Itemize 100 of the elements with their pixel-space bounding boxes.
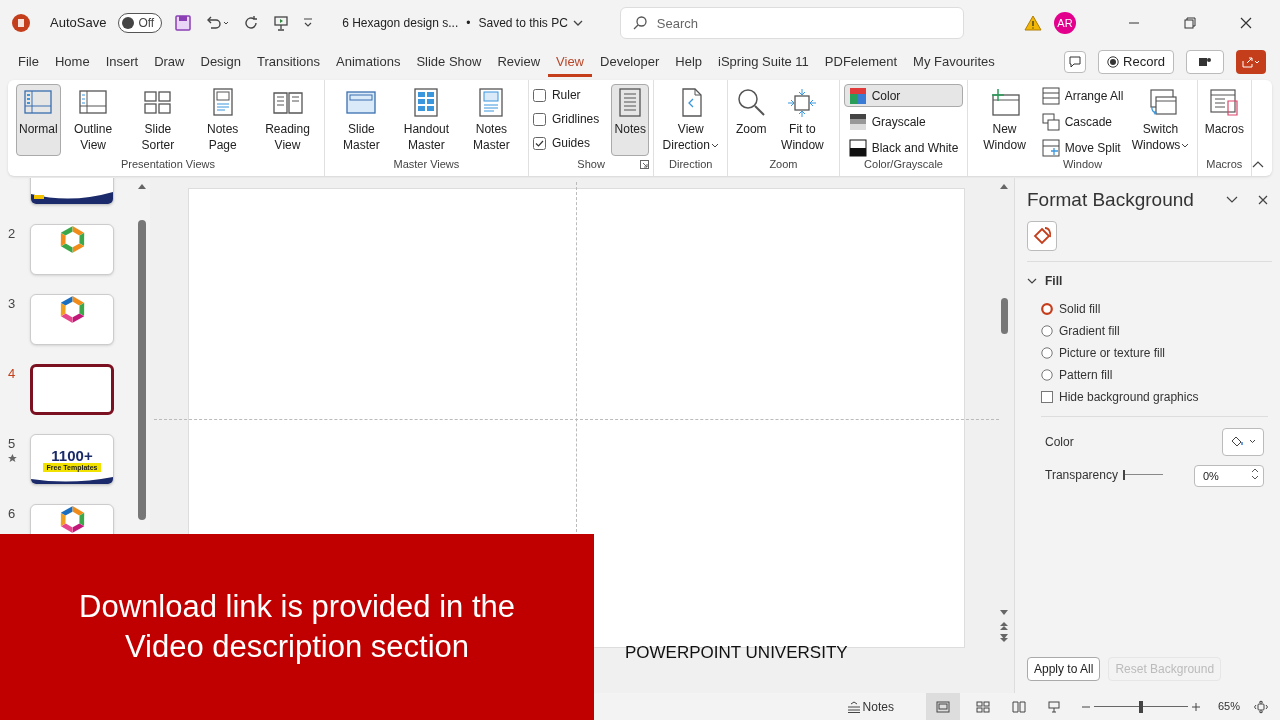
ribbon-button[interactable]: View Direction bbox=[658, 84, 724, 156]
field-label: Transparency bbox=[1045, 466, 1119, 484]
cascade-windows-icon bbox=[1041, 112, 1060, 131]
presenter-icon[interactable] bbox=[1047, 700, 1060, 713]
radio-option[interactable]: Solid fill bbox=[1041, 301, 1268, 317]
normal-view-icon bbox=[22, 87, 55, 117]
slide-number: 3 bbox=[8, 295, 16, 313]
ribbon-button[interactable]: Reading View bbox=[255, 84, 320, 156]
slide-number: 6 bbox=[8, 505, 16, 523]
spinner-arrows-icon[interactable] bbox=[1251, 466, 1259, 481]
checkbox[interactable]: Gridlines bbox=[532, 110, 600, 128]
fill-tab-button[interactable] bbox=[1027, 220, 1057, 251]
ribbon-button[interactable]: New Window bbox=[972, 84, 1037, 156]
zoom-level[interactable]: 65% bbox=[1217, 698, 1240, 715]
pane-button[interactable]: Apply to All bbox=[1027, 657, 1101, 681]
ribbon-button[interactable]: Slide Sorter bbox=[125, 84, 191, 156]
ribbon-tab[interactable]: iSpring Suite 11 bbox=[710, 47, 817, 77]
ribbon-button[interactable]: Normal bbox=[16, 84, 61, 156]
ribbon-tab[interactable]: Slide Show bbox=[408, 47, 490, 77]
ribbon-tab[interactable]: Design bbox=[192, 47, 249, 77]
comments-button[interactable] bbox=[1064, 51, 1087, 73]
ribbon-button[interactable]: Cascade bbox=[1036, 110, 1129, 133]
ribbon-tab[interactable]: Developer bbox=[592, 47, 668, 77]
ribbon-button[interactable]: Handout Master bbox=[393, 84, 459, 156]
normal-view-button[interactable] bbox=[925, 693, 960, 720]
scrollbar-thumb[interactable] bbox=[1000, 298, 1008, 334]
color-swatch-icon bbox=[848, 86, 867, 105]
hexagon-diagram-drawing bbox=[58, 226, 86, 253]
dialog-launcher-icon[interactable] bbox=[640, 159, 650, 169]
record-icon bbox=[1107, 56, 1120, 68]
collapse-ribbon-icon[interactable] bbox=[1252, 160, 1264, 168]
plus-icon[interactable] bbox=[1191, 702, 1200, 711]
save-status-menu[interactable]: Saved to this PC bbox=[478, 14, 584, 32]
ribbon-button[interactable]: Notes Page bbox=[190, 84, 256, 156]
transparency-slider[interactable] bbox=[1123, 469, 1163, 480]
ribbon-button[interactable]: Switch Windows bbox=[1128, 84, 1193, 156]
ribbon-button[interactable]: Fit to Window bbox=[770, 84, 835, 156]
ribbon-tab[interactable]: File bbox=[10, 47, 47, 77]
ribbon-button[interactable]: Outline View bbox=[60, 84, 126, 156]
ribbon-tab[interactable]: My Favourites bbox=[905, 47, 1003, 77]
autosave-toggle[interactable]: Off bbox=[118, 13, 163, 33]
presenter-icon[interactable] bbox=[272, 14, 291, 32]
ribbon-button[interactable]: Grayscale bbox=[843, 110, 964, 133]
radio-option[interactable]: Picture or texture fill bbox=[1041, 345, 1268, 361]
record-button[interactable]: Record bbox=[1098, 50, 1174, 74]
ribbon-tab[interactable]: Home bbox=[46, 47, 98, 77]
notes-button[interactable]: Notes bbox=[842, 697, 898, 716]
grayscale-swatch-icon bbox=[848, 112, 867, 131]
ribbon-button[interactable]: Arrange All bbox=[1036, 84, 1129, 107]
fill-section-header[interactable]: Fill bbox=[1027, 271, 1268, 290]
color-picker-button[interactable] bbox=[1222, 427, 1264, 456]
scroll-up-icon[interactable] bbox=[999, 182, 1009, 190]
checkbox[interactable]: Hide background graphics bbox=[1041, 389, 1268, 405]
zoom-slider[interactable] bbox=[1093, 700, 1188, 713]
checkbox[interactable]: Guides bbox=[532, 134, 600, 152]
search-field[interactable]: Search bbox=[619, 7, 964, 39]
checkbox[interactable]: Ruler bbox=[532, 86, 600, 104]
radio-option[interactable]: Gradient fill bbox=[1041, 323, 1268, 339]
ribbon-button[interactable]: Notes Master bbox=[458, 84, 524, 156]
next-slide-icon[interactable] bbox=[999, 633, 1009, 643]
fit-slide-icon[interactable] bbox=[1254, 699, 1268, 714]
ribbon-tab[interactable]: Transitions bbox=[248, 47, 329, 77]
scroll-down-icon[interactable] bbox=[999, 609, 1009, 617]
scroll-up-icon[interactable] bbox=[137, 182, 147, 190]
restore-icon[interactable] bbox=[1184, 17, 1196, 29]
fit-arrows-icon bbox=[786, 87, 819, 117]
notes-toggle-icon bbox=[846, 700, 861, 713]
ribbon-tab[interactable]: Review bbox=[489, 47, 549, 77]
autosave-label: AutoSave bbox=[50, 14, 107, 33]
transparency-field[interactable]: 0% bbox=[1194, 464, 1264, 487]
previous-slide-icon[interactable] bbox=[999, 621, 1009, 631]
ribbon-tab[interactable]: Animations bbox=[328, 47, 409, 77]
ribbon-button[interactable]: Macros bbox=[1201, 84, 1247, 156]
ribbon-button[interactable]: Color bbox=[843, 84, 964, 107]
ribbon-tab[interactable]: Insert bbox=[97, 47, 147, 77]
close-icon[interactable] bbox=[1240, 17, 1252, 29]
open-book-icon[interactable] bbox=[1011, 700, 1026, 713]
slide-thumbnail[interactable] bbox=[30, 364, 114, 415]
grid-icon[interactable] bbox=[975, 700, 990, 713]
warning-icon bbox=[1024, 15, 1042, 31]
slider-thumb[interactable] bbox=[1138, 700, 1143, 713]
ribbon-tab[interactable]: Help bbox=[667, 47, 711, 77]
ribbon-button[interactable]: Zoom bbox=[732, 84, 771, 156]
ribbon-tab[interactable]: Draw bbox=[146, 47, 193, 77]
share-button[interactable] bbox=[1236, 50, 1266, 74]
radio-option[interactable]: Pattern fill bbox=[1041, 367, 1268, 383]
teams-button[interactable] bbox=[1186, 50, 1224, 74]
ribbon-button[interactable]: Slide Master bbox=[328, 84, 394, 156]
ribbon-tab[interactable]: PDFelement bbox=[816, 47, 906, 77]
save-icon[interactable] bbox=[174, 14, 193, 32]
chevron-down-icon[interactable] bbox=[1226, 196, 1238, 205]
close-icon[interactable] bbox=[1258, 195, 1268, 206]
scrollbar-thumb[interactable] bbox=[138, 220, 146, 520]
macro-list-icon bbox=[1208, 87, 1241, 117]
ribbon-button[interactable]: Notes bbox=[611, 84, 650, 156]
ribbon-button[interactable]: Move Split bbox=[1036, 136, 1129, 159]
ribbon-button[interactable]: Black and White bbox=[843, 136, 964, 159]
user-avatar[interactable]: AR bbox=[1054, 12, 1076, 34]
ribbon-tab[interactable]: View bbox=[548, 47, 592, 77]
outline-view-icon bbox=[77, 87, 110, 117]
